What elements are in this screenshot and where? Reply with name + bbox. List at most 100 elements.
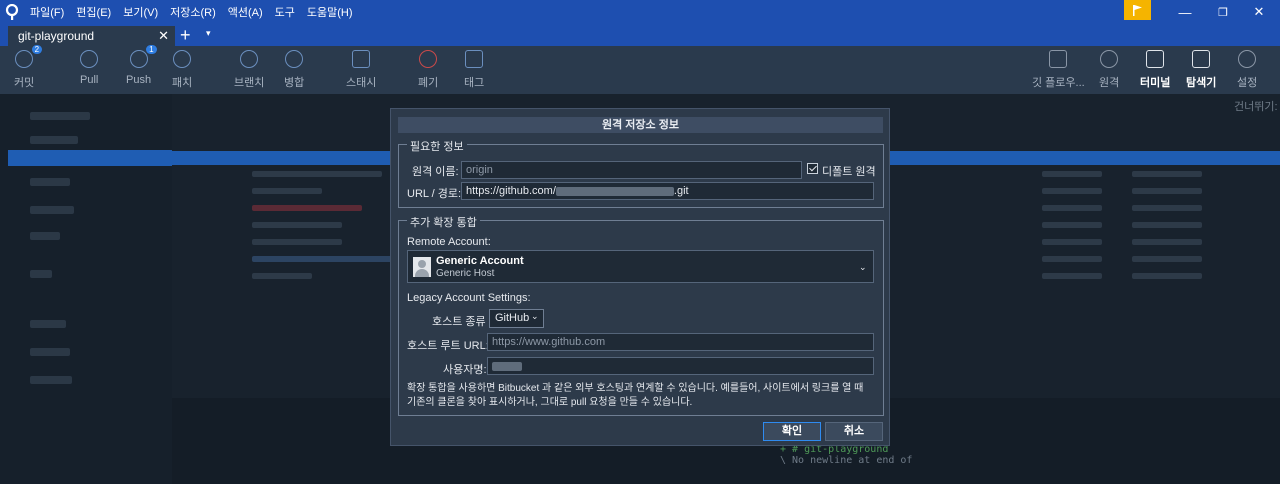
menu-view[interactable]: 보기(V)	[123, 4, 158, 20]
cancel-button[interactable]: 취소	[825, 422, 883, 441]
description-line: 확장 통합을 사용하면 Bitbucket 과 같은 외부 호스팅과 연계할 수…	[407, 383, 864, 394]
terminal-icon	[1146, 50, 1165, 68]
push-count-badge: 1	[146, 45, 157, 54]
default-remote-checkbox[interactable]	[807, 163, 818, 174]
avatar	[413, 257, 431, 277]
remote-name-input[interactable]: origin	[461, 161, 802, 179]
branch-button[interactable]: 브랜치	[234, 50, 264, 90]
sidebar-placeholder	[30, 178, 70, 186]
commit-count-badge: 2	[31, 45, 43, 54]
url-input[interactable]: https://github.com/ .git	[461, 182, 874, 200]
legacy-settings-label: Legacy Account Settings:	[407, 292, 531, 304]
merge-icon	[285, 50, 304, 68]
menu-edit[interactable]: 편집(E)	[76, 4, 111, 20]
required-info-legend: 필요한 정보	[407, 138, 467, 154]
sidebar-placeholder	[30, 232, 60, 240]
menu-help[interactable]: 도움말(H)	[307, 4, 353, 20]
stash-button[interactable]: 스태시	[346, 50, 376, 90]
sidebar-placeholder	[30, 320, 66, 328]
sidebar-placeholder	[30, 270, 52, 278]
remote-label: 원격	[1099, 77, 1120, 89]
url-label: URL / 경로:	[407, 188, 462, 200]
redacted-username	[492, 361, 522, 371]
branch-label: 브랜치	[234, 77, 265, 89]
sidebar-placeholder	[30, 376, 72, 384]
tag-button[interactable]: 태그	[464, 50, 484, 90]
sidebar-placeholder	[30, 112, 90, 120]
menu-bar: 파일(F) 편집(E) 보기(V) 저장소(R) 액션(A) 도구 도움말(H)	[30, 4, 365, 20]
notification-flag-button[interactable]	[1124, 0, 1151, 20]
url-suffix: .git	[673, 185, 689, 197]
fetch-button[interactable]: 패치	[172, 50, 192, 90]
discard-button[interactable]: 폐기	[418, 50, 438, 90]
branch-icon	[240, 50, 259, 68]
url-prefix: https://github.com/	[466, 185, 556, 197]
host-type-value: GitHub	[495, 312, 530, 324]
flag-icon	[1132, 4, 1142, 16]
redacted-path	[555, 186, 674, 196]
toolbar: 2 커밋 Pull 1 Push 패치 브랜치 병합 스태시 폐기 태그 깃 플…	[0, 45, 1280, 94]
dialog-title: 원격 저장소 정보	[398, 117, 883, 133]
tab-bar: git-playground ✕ + ▾	[0, 24, 1280, 46]
merge-label: 병합	[284, 77, 305, 89]
skip-label: 건너뛰기:	[1234, 101, 1278, 113]
pull-label: Pull	[80, 74, 99, 86]
maximize-button[interactable]: ❐	[1204, 0, 1242, 24]
stash-icon	[352, 50, 371, 68]
minimize-button[interactable]: —	[1166, 0, 1204, 24]
remote-button[interactable]: 원격	[1099, 50, 1119, 90]
host-root-url-label: 호스트 루트 URL:	[407, 340, 489, 352]
description-line: 기존의 클론을 찾아 표시하거나, 그대로 pull 요청을 만들 수 있습니다…	[407, 397, 693, 408]
sourcetree-logo-icon	[0, 0, 24, 24]
menu-tools[interactable]: 도구	[275, 4, 295, 20]
gitflow-button[interactable]: 깃 플로우...	[1032, 50, 1085, 90]
host-root-url-input[interactable]: https://www.github.com	[487, 333, 874, 351]
account-name: Generic Account	[436, 255, 524, 267]
terminal-button[interactable]: 터미널	[1140, 50, 1170, 90]
tab-git-playground[interactable]: git-playground ✕	[8, 26, 175, 46]
sidebar-placeholder	[30, 136, 78, 144]
diff-line: \ No newline at end of	[780, 455, 913, 466]
host-type-select[interactable]: GitHub ⌄	[489, 309, 544, 328]
title-bar: 파일(F) 편집(E) 보기(V) 저장소(R) 액션(A) 도구 도움말(H)…	[0, 0, 1280, 24]
default-remote-label: 디폴트 원격	[822, 166, 876, 178]
gitflow-icon	[1049, 50, 1068, 68]
ok-button[interactable]: 확인	[763, 422, 821, 441]
settings-label: 설정	[1237, 77, 1258, 89]
username-input[interactable]	[487, 357, 874, 375]
merge-button[interactable]: 병합	[284, 50, 304, 90]
diff-text: + # git-playground \ No newline at end o…	[780, 444, 912, 466]
sidebar-placeholder	[30, 348, 70, 356]
extended-integration-legend: 추가 확장 통합	[407, 214, 480, 230]
explorer-button[interactable]: 탐색기	[1186, 50, 1216, 90]
menu-repository[interactable]: 저장소(R)	[170, 4, 216, 20]
push-button[interactable]: 1 Push	[126, 45, 157, 86]
add-tab-button[interactable]: +	[180, 25, 191, 46]
commit-button[interactable]: 2 커밋	[14, 45, 43, 90]
tab-label: git-playground	[18, 29, 95, 43]
menu-file[interactable]: 파일(F)	[30, 4, 64, 20]
stash-label: 스태시	[346, 77, 377, 89]
fetch-icon	[173, 50, 192, 68]
explorer-label: 탐색기	[1186, 77, 1217, 89]
account-host: Generic Host	[436, 268, 495, 279]
gitflow-label: 깃 플로우...	[1032, 77, 1085, 89]
chevron-down-icon: ⌄	[859, 262, 867, 272]
terminal-label: 터미널	[1140, 77, 1171, 89]
settings-button[interactable]: 설정	[1237, 50, 1257, 90]
sidebar-placeholder	[30, 206, 74, 214]
remote-account-dropdown[interactable]: Generic Account Generic Host ⌄	[407, 250, 874, 283]
tab-list-chevron-icon[interactable]: ▾	[206, 28, 211, 39]
fetch-label: 패치	[172, 77, 193, 89]
tab-close-icon[interactable]: ✕	[158, 28, 169, 44]
commit-icon: 2	[15, 45, 43, 68]
pull-button[interactable]: Pull	[80, 50, 98, 86]
globe-icon	[1100, 50, 1119, 68]
discard-icon	[419, 50, 438, 68]
integration-description: 확장 통합을 사용하면 Bitbucket 과 같은 외부 호스팅과 연계할 수…	[407, 382, 877, 410]
push-label: Push	[126, 74, 152, 86]
close-window-button[interactable]: ✕	[1240, 0, 1278, 24]
commit-label: 커밋	[14, 77, 35, 89]
remote-name-label: 원격 이름:	[412, 166, 459, 178]
menu-actions[interactable]: 액션(A)	[228, 4, 263, 20]
